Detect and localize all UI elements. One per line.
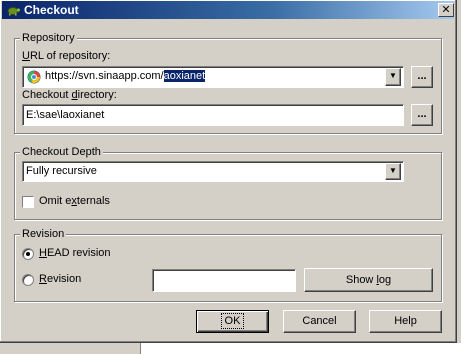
repository-group-label: Repository bbox=[20, 32, 77, 45]
depth-select[interactable]: Fully recursive ▼ bbox=[22, 161, 404, 182]
radio-selected-dot bbox=[26, 252, 30, 256]
revision-input[interactable] bbox=[152, 269, 296, 292]
url-value[interactable]: https://svn.sinaapp.com/aoxianet bbox=[45, 70, 206, 82]
ok-label: OK bbox=[220, 313, 245, 329]
checkout-dialog: Checkout ✕ Repository URL of repository:… bbox=[0, 0, 457, 343]
background-window-edge bbox=[140, 343, 461, 354]
chevron-down-icon: ▼ bbox=[389, 166, 397, 175]
url-dropdown-button[interactable]: ▼ bbox=[385, 68, 401, 86]
revision-group-label: Revision bbox=[20, 228, 67, 241]
directory-label: Checkout directory: bbox=[22, 89, 117, 101]
close-icon[interactable]: ✕ bbox=[438, 3, 454, 17]
cancel-button[interactable]: Cancel bbox=[283, 310, 356, 333]
revision-radio[interactable] bbox=[22, 274, 34, 286]
revision-label[interactable]: Revision bbox=[39, 273, 81, 286]
ok-button[interactable]: OK bbox=[196, 310, 269, 333]
head-revision-label[interactable]: HEAD revision bbox=[39, 247, 111, 260]
depth-dropdown-button[interactable]: ▼ bbox=[385, 163, 401, 180]
show-log-button[interactable]: Show log bbox=[304, 268, 433, 292]
directory-input[interactable]: E:\sae\laoxianet bbox=[22, 104, 404, 126]
url-combobox[interactable]: https://svn.sinaapp.com/aoxianet ▼ bbox=[22, 66, 404, 88]
help-button[interactable]: Help bbox=[369, 310, 442, 333]
globe-icon bbox=[27, 70, 41, 84]
title-bar[interactable]: Checkout ✕ bbox=[2, 1, 454, 19]
omit-externals-label[interactable]: Omit externals bbox=[39, 195, 110, 208]
head-revision-radio[interactable] bbox=[22, 248, 34, 260]
window-title: Checkout bbox=[24, 3, 79, 17]
browse-directory-button[interactable]: ... bbox=[411, 104, 433, 126]
tortoise-icon bbox=[6, 3, 20, 17]
depth-value: Fully recursive bbox=[26, 165, 97, 177]
chevron-down-icon: ▼ bbox=[389, 71, 397, 80]
url-label: URL of repository: bbox=[22, 50, 111, 62]
browse-url-button[interactable]: ... bbox=[411, 66, 433, 88]
depth-group-label: Checkout Depth bbox=[20, 146, 103, 159]
omit-externals-checkbox[interactable] bbox=[22, 196, 34, 208]
